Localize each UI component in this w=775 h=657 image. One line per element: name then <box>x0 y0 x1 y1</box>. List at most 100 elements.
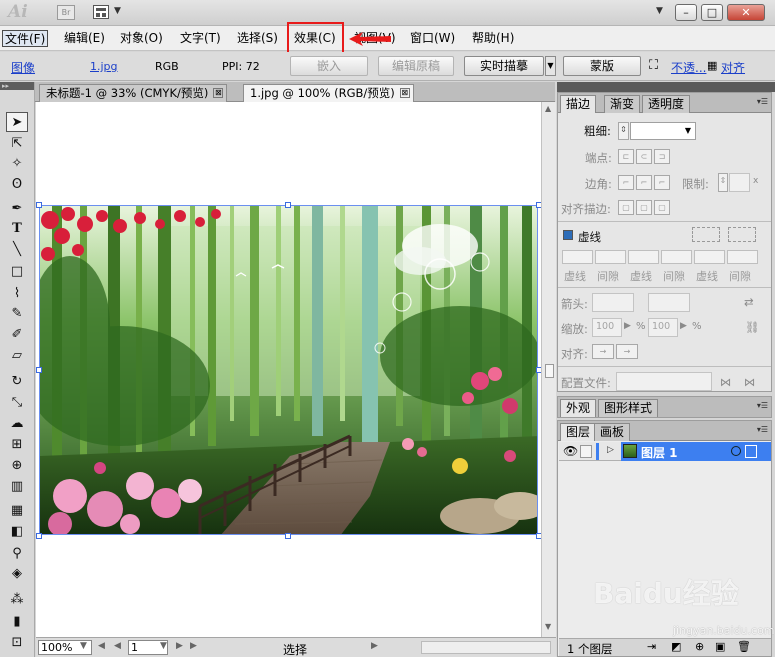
weight-dropdown-icon[interactable]: ▼ <box>685 126 691 135</box>
blob-brush-tool-icon[interactable]: ✐ <box>6 325 28 345</box>
vertical-scrollbar[interactable]: ▲ ▼ <box>541 102 556 637</box>
bevel-join-icon[interactable]: ⌐ <box>654 175 670 190</box>
expand-layer-icon[interactable]: ▷ <box>607 445 614 455</box>
butt-cap-icon[interactable]: ⊏ <box>618 149 634 164</box>
projecting-cap-icon[interactable]: ⊐ <box>654 149 670 164</box>
linked-file-link[interactable]: 1.jpg <box>90 60 118 73</box>
scale-dropdown-icon[interactable]: ▶ <box>624 321 631 331</box>
tab-layers[interactable]: 图层 <box>560 423 597 441</box>
end-arrowhead-select[interactable] <box>648 293 690 312</box>
delete-layer-icon[interactable]: 🗑 <box>737 640 751 653</box>
embed-button[interactable]: 嵌入 <box>290 56 368 76</box>
page-dropdown-icon[interactable]: ▼ <box>160 641 167 651</box>
scale-tool-icon[interactable]: ⤡ <box>6 393 28 413</box>
menu-help[interactable]: 帮助(H) <box>470 30 516 47</box>
end-scale-field[interactable]: 100 <box>648 318 678 337</box>
tab-close-icon[interactable]: ⊠ <box>213 88 224 98</box>
align-center-icon[interactable]: ▢ <box>618 200 634 215</box>
minimize-button[interactable]: – <box>675 4 697 21</box>
round-cap-icon[interactable]: ⊂ <box>636 149 652 164</box>
layer-name[interactable]: 图层 1 <box>641 444 678 461</box>
blend-tool-icon[interactable]: ◈ <box>6 564 28 584</box>
column-graph-tool-icon[interactable]: ▮ <box>6 612 28 632</box>
magic-wand-tool-icon[interactable]: ✧ <box>6 154 28 174</box>
align-link[interactable]: 对齐 <box>721 59 745 76</box>
dash-field[interactable] <box>694 250 725 264</box>
trace-preset-dropdown[interactable]: ▼ <box>545 56 556 76</box>
new-sublayer-icon[interactable]: ⊕ <box>695 640 704 653</box>
selection-handle[interactable] <box>285 202 291 208</box>
rotate-tool-icon[interactable]: ↻ <box>6 372 28 392</box>
tab-1jpg[interactable]: 1.jpg @ 100% (RGB/预览) ⊠ <box>243 84 414 102</box>
scroll-thumb[interactable] <box>545 364 554 378</box>
locate-object-icon[interactable]: ⇥ <box>647 640 656 653</box>
opacity-link[interactable]: 不透... <box>671 59 706 76</box>
next-page-icon[interactable]: ▶ <box>176 641 183 651</box>
pen-tool-icon[interactable]: ✒ <box>6 199 28 219</box>
panel-menu-icon[interactable]: ▾☰ <box>757 401 768 410</box>
menu-edit[interactable]: 编辑(E) <box>62 30 107 47</box>
previous-page-icon[interactable]: ◀ <box>114 641 121 651</box>
menu-file[interactable]: 文件(F) <box>2 30 49 47</box>
limit-field[interactable] <box>729 173 750 192</box>
gap-field[interactable] <box>727 250 758 264</box>
round-join-icon[interactable]: ⌐ <box>636 175 652 190</box>
mask-button[interactable]: 蒙版 <box>563 56 641 76</box>
selection-handle[interactable] <box>36 367 42 373</box>
menu-object[interactable]: 对象(O) <box>118 30 165 47</box>
zoom-dropdown-icon[interactable]: ▼ <box>80 641 87 651</box>
last-page-icon[interactable]: ▶ <box>190 641 197 651</box>
free-transform-tool-icon[interactable]: ⊞ <box>6 435 28 455</box>
gap-field[interactable] <box>661 250 692 264</box>
gap-field[interactable] <box>595 250 626 264</box>
line-tool-icon[interactable]: ╲ <box>6 240 28 260</box>
dash-field[interactable] <box>628 250 659 264</box>
scale-dropdown-icon[interactable]: ▶ <box>680 321 687 331</box>
rectangle-tool-icon[interactable]: □ <box>6 262 28 282</box>
arrow-tip-beyond-icon[interactable]: → <box>592 344 614 359</box>
object-type-link[interactable]: 图像 <box>11 59 35 76</box>
link-scale-icon[interactable]: ⛓ <box>745 320 760 334</box>
eyedropper-tool-icon[interactable]: ⚲ <box>6 544 28 564</box>
dash-field[interactable] <box>562 250 593 264</box>
miter-join-icon[interactable]: ⌐ <box>618 175 634 190</box>
weight-stepper[interactable]: ⇕ <box>618 122 629 140</box>
tab-appearance[interactable]: 外观 <box>560 399 597 417</box>
selection-indicator[interactable] <box>745 445 757 458</box>
close-button[interactable]: ✕ <box>727 4 765 21</box>
horizontal-scrollbar[interactable] <box>421 641 551 654</box>
scroll-up-icon[interactable]: ▲ <box>545 104 551 113</box>
symbol-sprayer-tool-icon[interactable]: ⁂ <box>6 590 28 610</box>
type-tool-icon[interactable]: T <box>6 219 28 239</box>
dash-align-corners-icon[interactable] <box>692 227 720 242</box>
flip-vertical-icon[interactable]: ⋈ <box>744 375 756 389</box>
make-clipping-mask-icon[interactable]: ◩ <box>671 640 681 653</box>
transform-icon[interactable]: ⛶ <box>649 58 658 73</box>
layer-row[interactable]: 👁 ▷ 图层 1 <box>559 442 771 461</box>
lock-toggle[interactable] <box>580 445 592 458</box>
panel-menu-icon[interactable]: ▾☰ <box>757 425 768 434</box>
placed-image[interactable] <box>39 205 538 535</box>
status-menu-icon[interactable]: ▶ <box>371 641 378 651</box>
align-inside-icon[interactable]: ▢ <box>636 200 652 215</box>
menu-select[interactable]: 选择(S) <box>235 30 280 47</box>
align-outside-icon[interactable]: ▢ <box>654 200 670 215</box>
target-circle-icon[interactable] <box>731 446 741 456</box>
tab-stroke[interactable]: 描边 <box>560 95 597 113</box>
swap-arrowheads-icon[interactable]: ⇄ <box>744 295 754 309</box>
arrange-dropdown-icon[interactable]: ▼ <box>114 6 121 16</box>
panel-menu-icon[interactable]: ▾☰ <box>757 97 768 106</box>
direct-selection-tool-icon[interactable]: ⇱ <box>6 134 28 154</box>
tab-transparency[interactable]: 透明度 <box>642 95 691 113</box>
eraser-tool-icon[interactable]: ▱ <box>6 346 28 366</box>
artboard-canvas[interactable] <box>36 102 541 637</box>
dashed-line-checkbox[interactable] <box>563 230 573 240</box>
flip-horizontal-icon[interactable]: ⋈ <box>720 375 732 389</box>
dash-preserve-lengths-icon[interactable] <box>728 227 756 242</box>
shape-builder-tool-icon[interactable]: ⊕ <box>6 456 28 476</box>
scroll-down-icon[interactable]: ▼ <box>545 622 551 631</box>
tab-graphic-styles[interactable]: 图形样式 <box>598 399 659 417</box>
artboard-tool-icon[interactable]: ⊡ <box>6 633 28 653</box>
tab-close-icon[interactable]: ⊠ <box>399 88 410 98</box>
workspace-dropdown-icon[interactable]: ▼ <box>656 6 663 16</box>
